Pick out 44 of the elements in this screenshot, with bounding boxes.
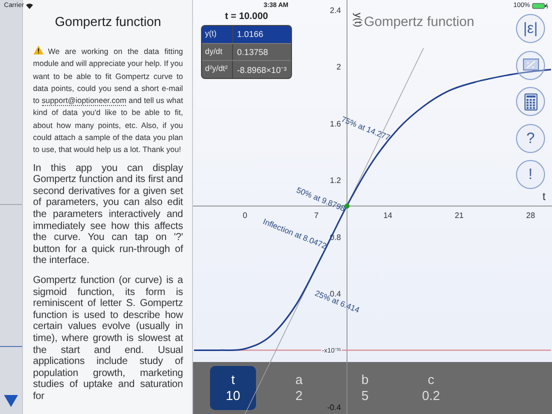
y-tick-label: 1.2 (330, 176, 341, 186)
row-value: -8.8968×10⁻³ (236, 64, 288, 77)
x-tick-label: 7 (314, 211, 319, 220)
round-button[interactable]: |ε| (516, 14, 545, 43)
y-tick-label: 0.4 (330, 289, 341, 298)
triangle-down-icon[interactable] (3, 394, 19, 408)
warning-icon (33, 45, 44, 55)
y-tick-label: 2 (336, 62, 341, 72)
row-label: y(t) (202, 26, 233, 42)
calculator-button[interactable] (516, 87, 545, 116)
x-axis-label: t (542, 191, 546, 204)
y-tick-label: 1.6 (330, 119, 341, 128)
x-tick-label: 14 (383, 211, 392, 220)
parameter-tab[interactable]: a 2 (276, 366, 322, 410)
x-tick-label: 28 (526, 211, 536, 220)
x-tick-label: 21 (454, 211, 464, 220)
parameter-tab[interactable]: t 10 (210, 366, 256, 410)
annotation-label: 50% at 9.8798 (295, 186, 346, 214)
panel-title: Gompertz function (54, 14, 162, 29)
row-label: d²y/dt² (202, 61, 233, 78)
time-readout: t = 10.000 (224, 11, 270, 22)
value-row[interactable]: dy/dt 0.13758 (202, 42, 291, 60)
annotation-label: 75% at 14.277 (340, 114, 392, 142)
chart-title: Gompertz function (364, 14, 474, 29)
calculator-icon (522, 92, 540, 110)
row-value: 1.0166 (236, 28, 264, 41)
battery-icon (532, 2, 548, 8)
round-button[interactable]: ! (516, 160, 545, 189)
parameter-tab[interactable]: b 5 (342, 366, 388, 410)
x-tick-label: 0 (242, 211, 248, 220)
round-button[interactable]: ? (516, 124, 545, 152)
y-axis-label: y(t) (352, 12, 363, 28)
value-row[interactable]: d²y/dt² -8.8968×10⁻³ (202, 60, 291, 78)
value-row[interactable]: y(t) 1.0166 (202, 26, 291, 42)
y-tick-label: 2.4 (330, 6, 341, 15)
wifi-icon (26, 2, 33, 8)
description-paragraph: In this app you can display Gompertz function and its first and second derivatives for a given set of parameters, you can also edit the parameters interactively and immediately see how this affects the curve. You can tap on '?' button for a quick run-through of the interface. (33, 162, 183, 268)
row-value: 0.13758 (236, 46, 270, 58)
chart-button[interactable] (516, 50, 545, 80)
y-tick-label: -0.4 (327, 402, 341, 412)
row-label: dy/dt (202, 44, 233, 60)
current-point-marker (344, 204, 350, 209)
description-paragraph: Gompertz function (or curve) is a sigmoid function, its form is reminiscent of letter S. Gompertz function is used to describe how certain values evolve (usually in time), where growth is slowest at the start and end. Usual applications include study of population growth, marketing studies of uptake and saturation for (33, 275, 183, 403)
parameter-tab[interactable]: c 0.2 (408, 366, 454, 410)
